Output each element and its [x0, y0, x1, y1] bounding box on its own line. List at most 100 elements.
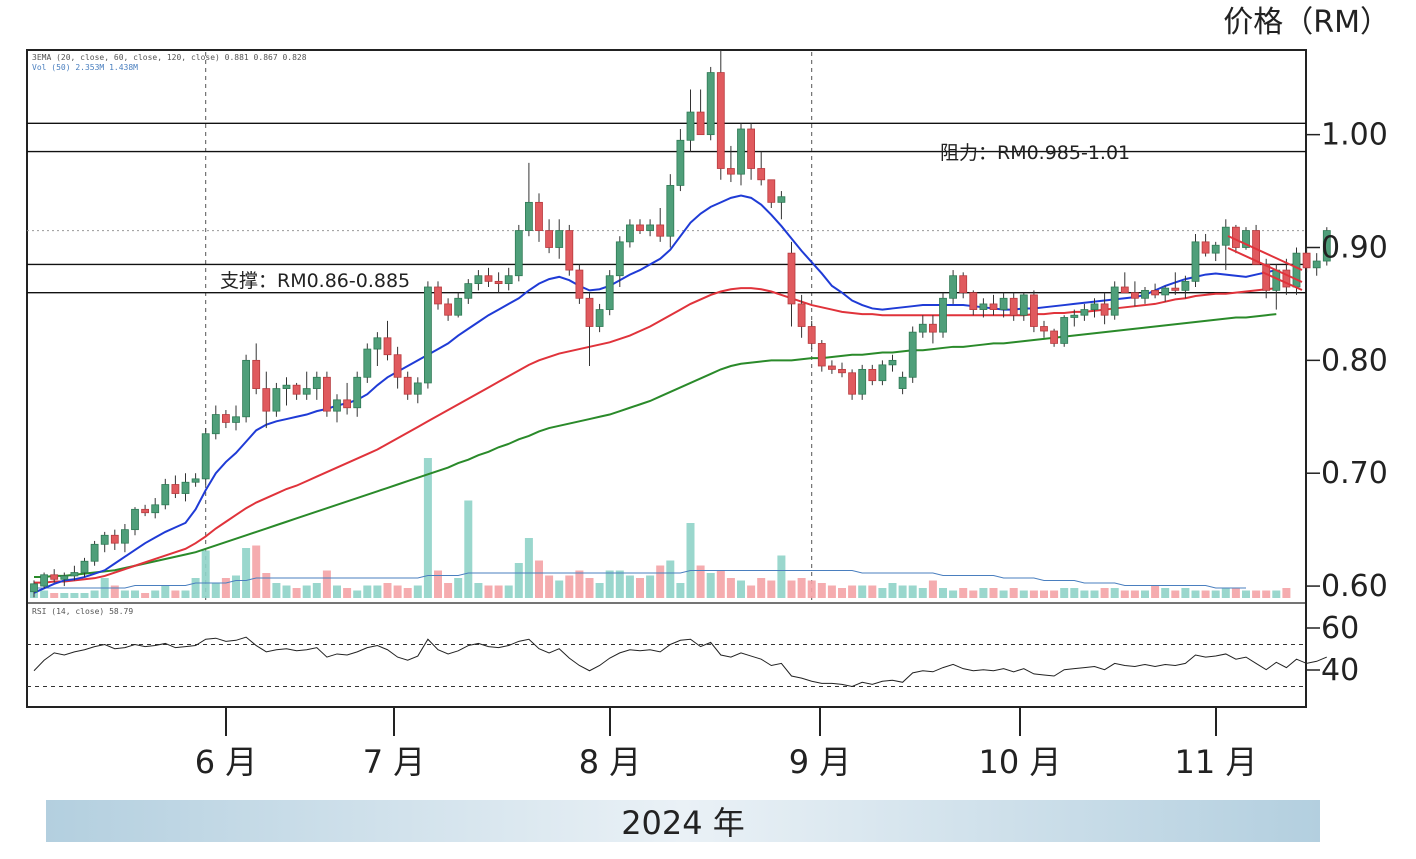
volume-bar [737, 580, 745, 598]
volume-bar [888, 583, 897, 598]
volume-bar [1050, 590, 1059, 598]
volume-bar [1252, 590, 1261, 598]
candle-body [575, 269, 584, 299]
candle-body [1191, 241, 1200, 282]
candle-body [1232, 226, 1240, 248]
volume-bar [1201, 590, 1210, 598]
candle-body [636, 224, 644, 231]
volume-bar [282, 585, 291, 598]
volume-bar [807, 580, 816, 598]
candle-body [312, 376, 321, 389]
resistance-label: 阻力：RM0.985-1.01 [940, 142, 1130, 164]
candle-body [201, 433, 210, 480]
volume-bar [1029, 590, 1038, 598]
volume-bar [1211, 590, 1220, 598]
volume-bar [646, 575, 655, 598]
price-tick-label: 0.60 [1321, 569, 1388, 604]
volume-bar [615, 570, 624, 598]
candle-body [929, 323, 937, 333]
candle-body [191, 478, 200, 483]
volume-bar [90, 590, 99, 598]
candle-body [50, 574, 59, 580]
volume-bar [636, 578, 644, 598]
volume-bar [474, 583, 483, 598]
volume-bar [1171, 590, 1180, 598]
volume-bar [1130, 590, 1139, 598]
volume-bar [535, 560, 543, 598]
candle-body [1181, 280, 1190, 291]
candle-body [454, 297, 463, 316]
candle-body [322, 376, 331, 412]
volume-bar [1040, 590, 1048, 598]
candle-body [989, 303, 998, 310]
price-tick-label: 0.80 [1321, 343, 1388, 378]
candle-body [737, 128, 745, 175]
candle-body [716, 72, 725, 169]
candle-body [383, 337, 392, 356]
volume-bar [757, 578, 766, 598]
month-label: 7 月 [363, 743, 426, 781]
candle-body [1262, 264, 1271, 291]
volume-bar [494, 585, 503, 598]
volume-bar [1009, 588, 1018, 598]
candle-body [252, 359, 261, 389]
volume-bar [1090, 590, 1099, 598]
candle-body [141, 508, 150, 514]
candle-body [908, 331, 917, 378]
candle-body [868, 368, 877, 382]
volume-bar [1110, 588, 1119, 598]
candle-body [959, 275, 968, 294]
volume-bar [434, 570, 442, 598]
candle-body [90, 543, 99, 562]
candle-body [110, 534, 119, 544]
price-tick-label: 0.70 [1321, 456, 1388, 491]
price-tick-label: 1.00 [1321, 118, 1388, 153]
candle-body [807, 326, 816, 344]
volume-bar [1060, 588, 1069, 598]
volume-bar [413, 585, 422, 598]
candle-body [787, 252, 796, 305]
candle-body [1060, 317, 1069, 344]
candle-body [262, 388, 271, 412]
volume-bar [363, 585, 372, 598]
volume-bar [848, 585, 857, 598]
candle-body [999, 297, 1008, 310]
volume-bar [423, 458, 432, 598]
price-chart: 价格（RM） 3EMA (20, close, 60, close, 120, … [26, 5, 1390, 781]
candle-body [797, 303, 806, 327]
candle-body [585, 297, 594, 327]
volume-bar [70, 593, 79, 598]
rsi-tick-label: 40 [1321, 653, 1359, 688]
volume-bar [838, 588, 846, 598]
time-axis: 6 月 7 月 8 月 9 月 10 月 11 月 [195, 707, 1257, 781]
volume-bar [333, 585, 341, 598]
candle-body [70, 572, 79, 577]
candle-body [918, 323, 927, 333]
candle-body [423, 286, 432, 384]
volume-bar [999, 590, 1008, 598]
candle-body [848, 372, 856, 395]
candle-body [605, 275, 614, 310]
candle-body [1110, 286, 1119, 316]
candle-body [504, 275, 513, 285]
volume-bar [161, 585, 170, 598]
candle-body [666, 185, 675, 237]
candle-body [393, 354, 402, 378]
volume-bar [312, 583, 321, 598]
volume-bar [484, 585, 493, 598]
volume-bar [403, 588, 412, 598]
volume-bar [191, 578, 200, 598]
candle-body [343, 399, 352, 409]
candle-body [888, 359, 897, 366]
volume-bar [232, 575, 240, 598]
volume-bar [1080, 590, 1089, 598]
candle-body [595, 309, 604, 327]
candle-body [1161, 287, 1170, 296]
candle-body [211, 414, 220, 435]
volume-bar [151, 590, 160, 598]
month-label: 9 月 [789, 743, 852, 781]
candle-body [353, 376, 362, 409]
volume-bar [444, 583, 453, 598]
candle-body [1302, 252, 1311, 269]
candle-body [1201, 241, 1210, 254]
